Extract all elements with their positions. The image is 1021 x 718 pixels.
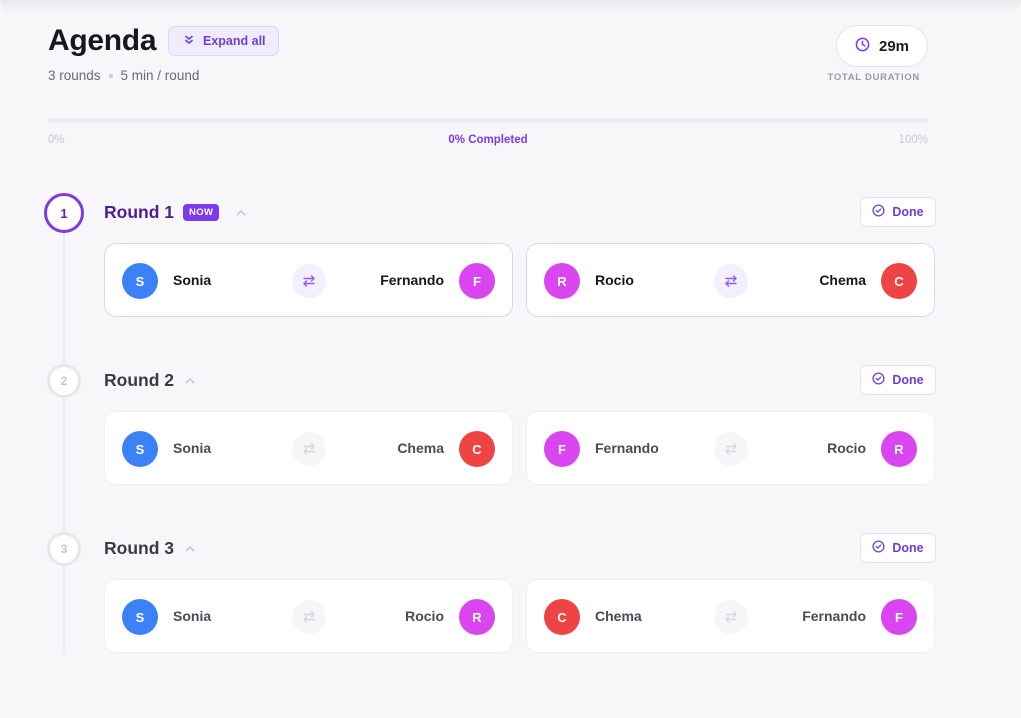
chevron-up-icon[interactable] (184, 374, 196, 386)
total-duration-value: 29m (878, 37, 910, 55)
expand-all-button[interactable]: Expand all (168, 26, 279, 56)
pair-card[interactable]: S Sonia Fernando F (104, 243, 513, 317)
done-button[interactable]: Done (860, 533, 936, 563)
clock-icon (855, 37, 870, 56)
progress-track (48, 118, 928, 123)
avatar: C (459, 431, 495, 467)
pair-list: S Sonia Fernando F R Rocio Chema C (104, 243, 936, 317)
done-label: Done (892, 373, 924, 387)
participant-name: Rocio (827, 440, 866, 456)
avatar: S (122, 431, 158, 467)
avatar: R (881, 431, 917, 467)
pair-card[interactable]: F Fernando Rocio R (526, 411, 935, 485)
rounds-count: 3 rounds (48, 68, 101, 83)
dot-separator (108, 73, 113, 78)
round-title[interactable]: Round 1 (104, 202, 174, 223)
now-badge: NOW (183, 204, 220, 221)
participant-name: Rocio (595, 272, 634, 288)
top-shadow (0, 0, 1021, 14)
participant-name: Sonia (173, 608, 212, 624)
participant-name: Chema (595, 608, 642, 624)
minutes-per-round: 5 min / round (120, 68, 200, 83)
chevron-up-icon[interactable] (235, 206, 247, 218)
page-title: Agenda (48, 24, 157, 57)
round-number-circle: 3 (47, 532, 81, 566)
expand-all-label: Expand all (203, 34, 266, 48)
avatar: S (122, 599, 158, 635)
total-duration-label: TOTAL DURATION (827, 72, 920, 83)
done-button[interactable]: Done (860, 197, 936, 227)
round-number-circle: 2 (47, 364, 81, 398)
check-circle-icon (872, 204, 885, 220)
check-circle-icon (872, 372, 885, 388)
total-duration-pill: 29m (836, 25, 928, 67)
swap-icon[interactable] (292, 432, 326, 466)
avatar: F (459, 263, 495, 299)
avatar: C (881, 263, 917, 299)
agenda-header: Agenda Expand all 3 rounds 5 min / round… (48, 24, 928, 94)
participant-name: Rocio (405, 608, 444, 624)
agenda-subtitle: 3 rounds 5 min / round (48, 68, 199, 83)
round-title[interactable]: Round 3 (104, 538, 174, 559)
avatar: R (544, 263, 580, 299)
avatar: S (122, 263, 158, 299)
round-number-circle: 1 (44, 193, 84, 233)
participant-name: Fernando (380, 272, 444, 288)
done-label: Done (892, 205, 924, 219)
participant-name: Fernando (595, 440, 659, 456)
participant-name: Fernando (802, 608, 866, 624)
pair-list: S Sonia Chema C F Fernando Rocio R (104, 411, 936, 485)
pair-list: S Sonia Rocio R C Chema Fernando F (104, 579, 936, 653)
check-circle-icon (872, 540, 885, 556)
swap-icon[interactable] (714, 432, 748, 466)
participant-name: Chema (397, 440, 444, 456)
avatar: C (544, 599, 580, 635)
pair-card[interactable]: R Rocio Chema C (526, 243, 935, 317)
double-chevron-down-icon (183, 34, 195, 49)
avatar: R (459, 599, 495, 635)
participant-name: Sonia (173, 440, 212, 456)
swap-icon[interactable] (292, 600, 326, 634)
pair-card[interactable]: C Chema Fernando F (526, 579, 935, 653)
swap-icon[interactable] (714, 264, 748, 298)
done-button[interactable]: Done (860, 365, 936, 395)
pair-card[interactable]: S Sonia Chema C (104, 411, 513, 485)
avatar: F (544, 431, 580, 467)
participant-name: Sonia (173, 272, 212, 288)
swap-icon[interactable] (714, 600, 748, 634)
chevron-up-icon[interactable] (184, 542, 196, 554)
done-label: Done (892, 541, 924, 555)
timeline-line (63, 232, 65, 652)
round-title[interactable]: Round 2 (104, 370, 174, 391)
swap-icon[interactable] (292, 264, 326, 298)
pair-card[interactable]: S Sonia Rocio R (104, 579, 513, 653)
participant-name: Chema (819, 272, 866, 288)
avatar: F (881, 599, 917, 635)
progress-completed-label: 0% Completed (448, 134, 528, 146)
progress-end-label: 100% (898, 134, 928, 146)
progress-section: 0% 0% Completed 100% (48, 118, 928, 148)
